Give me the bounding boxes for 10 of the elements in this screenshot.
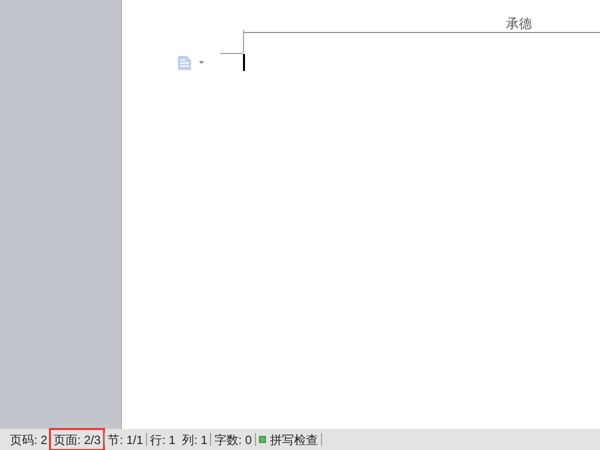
status-text: 字数: 0 <box>213 432 253 448</box>
header-text: 承德 <box>506 15 532 33</box>
status-text: 行: 1 列: 1 <box>149 432 208 448</box>
status-text: 页面: 2/3 <box>50 429 104 450</box>
paste-options-icon[interactable] <box>178 56 204 70</box>
text-cursor <box>243 54 245 71</box>
status-text: 页码: 2 <box>9 432 48 448</box>
spellcheck-icon <box>258 436 266 443</box>
status-text: 节: 1/1 <box>106 432 144 448</box>
status-text: 拼写检查 <box>270 432 318 448</box>
